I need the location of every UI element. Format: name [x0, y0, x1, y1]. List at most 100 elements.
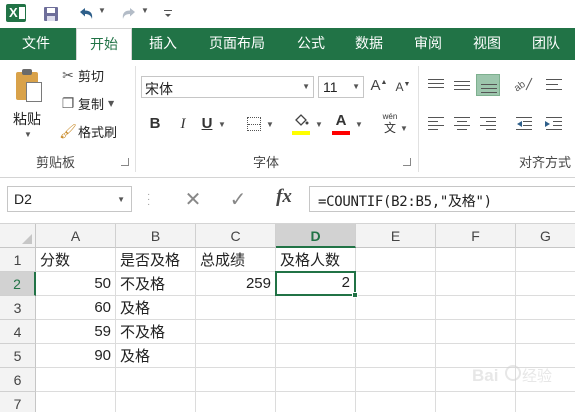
font-color-button[interactable]: A	[331, 112, 351, 135]
clipboard-launcher-icon[interactable]	[121, 158, 129, 166]
paste-button[interactable]: 粘贴	[13, 109, 41, 129]
name-box[interactable]: D2 ▼	[7, 186, 132, 212]
decrease-indent-button[interactable]	[512, 112, 536, 134]
cell-d3[interactable]	[276, 296, 356, 320]
cell-g7[interactable]	[516, 392, 575, 412]
tab-page-layout[interactable]: 页面布局	[196, 28, 278, 60]
cell-c1[interactable]: 总成绩	[196, 248, 276, 272]
borders-button[interactable]	[244, 113, 264, 135]
cell-f1[interactable]	[436, 248, 516, 272]
increase-indent-button[interactable]	[542, 112, 566, 134]
font-size-select[interactable]: 11 ▼	[318, 76, 364, 98]
cell-e6[interactable]	[356, 368, 436, 392]
paste-dropdown-icon[interactable]: ▼	[24, 130, 32, 139]
cell-e2[interactable]	[356, 272, 436, 296]
cell-b1[interactable]: 是否及格	[116, 248, 196, 272]
phonetic-guide-button[interactable]: wén 文	[378, 112, 402, 138]
confirm-entry-button[interactable]: ✓	[226, 187, 250, 211]
cell-b2[interactable]: 不及格	[116, 272, 196, 296]
row-header-4[interactable]: 4	[0, 320, 36, 344]
cell-d4[interactable]	[276, 320, 356, 344]
cell-f3[interactable]	[436, 296, 516, 320]
cell-c5[interactable]	[196, 344, 276, 368]
font-name-select[interactable]: 宋体 ▼	[141, 76, 314, 98]
orientation-button[interactable]: ab	[512, 74, 536, 96]
align-right-button[interactable]	[476, 112, 500, 134]
cell-a4[interactable]: 59	[36, 320, 116, 344]
tab-view[interactable]: 视图	[462, 28, 512, 60]
row-header-2[interactable]: 2	[0, 272, 36, 296]
shrink-font-button[interactable]: A▼	[394, 80, 412, 100]
cell-g1[interactable]	[516, 248, 575, 272]
font-launcher-icon[interactable]	[403, 158, 411, 166]
copy-dropdown-icon[interactable]: ▼	[108, 99, 114, 108]
italic-button[interactable]: I	[173, 113, 193, 135]
cell-b4[interactable]: 不及格	[116, 320, 196, 344]
cell-b6[interactable]	[116, 368, 196, 392]
align-left-button[interactable]	[424, 112, 448, 134]
align-middle-button[interactable]	[450, 74, 474, 96]
fill-color-dropdown-icon[interactable]: ▼	[315, 120, 323, 129]
cell-b7[interactable]	[116, 392, 196, 412]
cell-a6[interactable]	[36, 368, 116, 392]
fill-color-button[interactable]	[291, 113, 311, 135]
cell-e4[interactable]	[356, 320, 436, 344]
column-header-a[interactable]: A	[36, 224, 116, 248]
tab-insert[interactable]: 插入	[139, 28, 187, 60]
row-header-5[interactable]: 5	[0, 344, 36, 368]
column-header-g[interactable]: G	[516, 224, 575, 248]
cell-d1[interactable]: 及格人数	[276, 248, 356, 272]
cell-a7[interactable]	[36, 392, 116, 412]
align-top-button[interactable]	[424, 74, 448, 96]
cell-d6[interactable]	[276, 368, 356, 392]
copy-button[interactable]: ❐ 复制 ▼	[58, 94, 114, 116]
cell-c4[interactable]	[196, 320, 276, 344]
wrap-text-button[interactable]	[542, 74, 566, 96]
cell-c2[interactable]: 259	[196, 272, 276, 296]
cell-g2[interactable]	[516, 272, 575, 296]
cut-button[interactable]: ✂ 剪切	[58, 66, 104, 88]
row-header-7[interactable]: 7	[0, 392, 36, 412]
formula-input[interactable]: =COUNTIF(B2:B5,"及格")	[309, 186, 575, 212]
cell-e7[interactable]	[356, 392, 436, 412]
cell-e3[interactable]	[356, 296, 436, 320]
save-icon[interactable]	[42, 4, 60, 24]
tab-formulas[interactable]: 公式	[286, 28, 336, 60]
cell-d7[interactable]	[276, 392, 356, 412]
align-center-button[interactable]	[450, 112, 474, 134]
tab-data[interactable]: 数据	[344, 28, 394, 60]
drag-handle-icon[interactable]: · · ·	[147, 190, 151, 210]
cell-c7[interactable]	[196, 392, 276, 412]
column-header-d[interactable]: D	[276, 224, 356, 248]
row-header-6[interactable]: 6	[0, 368, 36, 392]
cell-a1[interactable]: 分数	[36, 248, 116, 272]
format-painter-button[interactable]: 🖌格式刷	[58, 122, 117, 144]
cell-f4[interactable]	[436, 320, 516, 344]
underline-dropdown-icon[interactable]: ▼	[218, 120, 226, 129]
cell-g4[interactable]	[516, 320, 575, 344]
cancel-entry-button[interactable]: ✕	[181, 187, 205, 211]
row-header-3[interactable]: 3	[0, 296, 36, 320]
cell-a2[interactable]: 50	[36, 272, 116, 296]
undo-dropdown-icon[interactable]: ▼	[98, 6, 108, 16]
fill-handle[interactable]	[352, 292, 358, 298]
cell-a3[interactable]: 60	[36, 296, 116, 320]
font-color-dropdown-icon[interactable]: ▼	[355, 120, 363, 129]
borders-dropdown-icon[interactable]: ▼	[266, 120, 274, 129]
grow-font-button[interactable]: A▲	[370, 77, 388, 97]
insert-function-button[interactable]: fx	[270, 186, 298, 212]
tab-team[interactable]: 团队	[521, 28, 571, 60]
select-all-button[interactable]	[0, 224, 36, 248]
align-bottom-button[interactable]	[476, 74, 500, 96]
cell-b3[interactable]: 及格	[116, 296, 196, 320]
phonetic-dropdown-icon[interactable]: ▼	[400, 124, 408, 133]
paste-icon[interactable]	[14, 68, 44, 104]
column-header-c[interactable]: C	[196, 224, 276, 248]
undo-icon[interactable]	[76, 4, 96, 24]
cell-f7[interactable]	[436, 392, 516, 412]
row-header-1[interactable]: 1	[0, 248, 36, 272]
cell-a5[interactable]: 90	[36, 344, 116, 368]
cell-d5[interactable]	[276, 344, 356, 368]
bold-button[interactable]: B	[145, 113, 165, 135]
redo-dropdown-icon[interactable]: ▼	[141, 6, 151, 16]
